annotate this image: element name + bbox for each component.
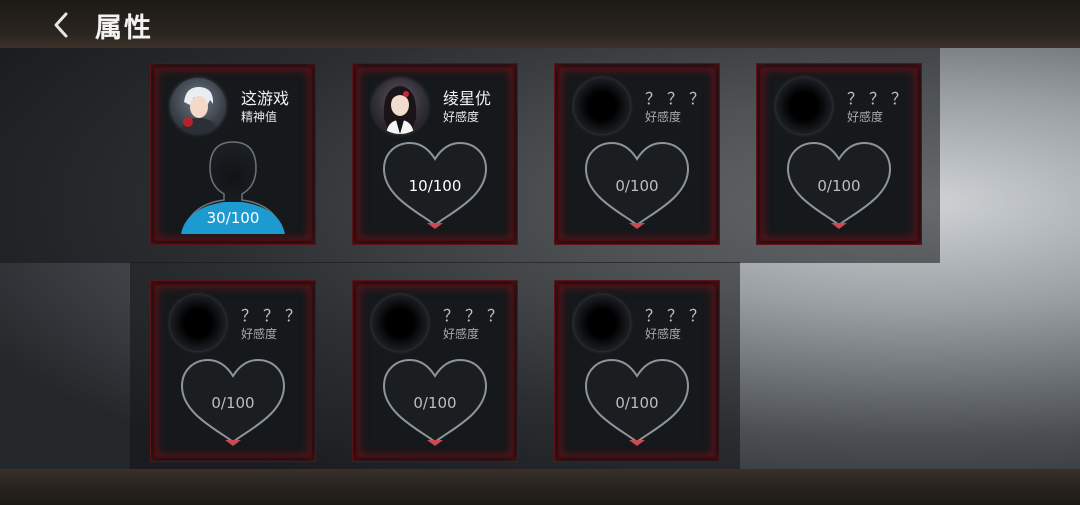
stat-label: 好感度 [241, 327, 278, 341]
stat-label: 好感度 [847, 110, 884, 124]
character-name: ？？？ [645, 89, 712, 108]
avatar-placeholder [372, 295, 428, 351]
attribute-card-protagonist[interactable]: 这游戏 精神值 30/100 [150, 63, 316, 245]
attribute-card-locked[interactable]: ？？？ 好感度 0/100 [150, 280, 316, 462]
attribute-card-character[interactable]: 绫星优 好感度 10/100 [352, 63, 518, 245]
attribute-card-locked[interactable]: ？？？ 好感度 0/100 [756, 63, 922, 245]
attribute-card-locked[interactable]: ？？？ 好感度 0/100 [352, 280, 518, 462]
chevron-left-icon [54, 12, 68, 38]
avatar-placeholder [574, 295, 630, 351]
affection-value: 0/100 [615, 394, 659, 412]
avatar-placeholder [776, 78, 832, 134]
affection-value: 0/100 [211, 394, 255, 412]
character-name: ？？？ [847, 89, 914, 108]
avatar-placeholder [574, 78, 630, 134]
stat-label: 好感度 [645, 110, 682, 124]
top-bar [0, 0, 1080, 48]
stat-label: 精神值 [241, 110, 278, 124]
character-name: ？？？ [645, 306, 712, 325]
affection-value: 0/100 [817, 177, 861, 195]
affection-value: 0/100 [615, 177, 659, 195]
attribute-card-locked[interactable]: ？？？ 好感度 0/100 [554, 63, 720, 245]
attribute-card-locked[interactable]: ？？？ 好感度 0/100 [554, 280, 720, 462]
character-name: 这游戏 [241, 89, 290, 108]
character-portrait-icon [180, 86, 218, 134]
character-name: 绫星优 [443, 89, 492, 108]
mind-value: 30/100 [206, 209, 260, 227]
avatar [170, 78, 226, 134]
affection-value: 10/100 [408, 177, 462, 195]
stat-label: 好感度 [645, 327, 682, 341]
character-name: ？？？ [443, 306, 510, 325]
avatar-placeholder [170, 295, 226, 351]
stat-label: 好感度 [443, 110, 480, 124]
character-portrait-icon [383, 86, 417, 134]
affection-value: 0/100 [413, 394, 457, 412]
stat-label: 好感度 [443, 327, 480, 341]
avatar [372, 78, 428, 134]
bottom-bar [0, 469, 1080, 505]
back-button[interactable] [48, 8, 78, 42]
character-name: ？？？ [241, 306, 308, 325]
page-title: 属性 [95, 13, 153, 44]
